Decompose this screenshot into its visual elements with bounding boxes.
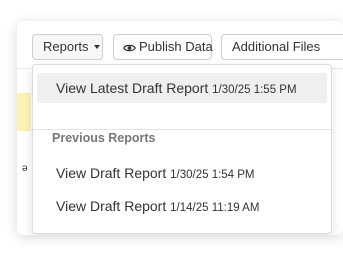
publish-data-button[interactable]: Publish Data	[113, 34, 213, 60]
menu-item-label: View Draft Report	[56, 165, 167, 181]
eye-icon	[123, 44, 136, 52]
menu-item-view-draft-report[interactable]: View Draft Report 1/30/25 1:54 PM	[37, 158, 327, 188]
menu-item-date: 1/14/25 11:19 AM	[170, 202, 260, 214]
publish-data-label: Publish Data	[139, 39, 213, 54]
caret-down-icon	[93, 45, 100, 49]
menu-item-view-latest-draft-report[interactable]: View Latest Draft Report 1/30/25 1:55 PM	[37, 73, 327, 103]
additional-files-label: Additional Files	[232, 39, 321, 54]
reports-dropdown-menu: View Latest Draft Report 1/30/25 1:55 PM…	[32, 64, 332, 234]
menu-item-date: 1/30/25 1:55 PM	[212, 84, 297, 96]
reports-label: Reports	[43, 39, 89, 54]
report-toolbar-panel: ə Reports Publish Data Additional Files …	[17, 21, 343, 235]
truncated-text: ə	[22, 163, 28, 174]
menu-item-date: 1/30/25 1:54 PM	[170, 169, 255, 181]
warning-strip	[17, 93, 31, 131]
additional-files-button[interactable]: Additional Files	[221, 34, 343, 60]
previous-reports-header: Previous Reports	[52, 131, 156, 145]
reports-dropdown-button[interactable]: Reports	[32, 34, 103, 60]
menu-item-label: View Draft Report	[56, 198, 167, 214]
menu-item-view-draft-report[interactable]: View Draft Report 1/14/25 11:19 AM	[37, 191, 327, 221]
menu-item-label: View Latest Draft Report	[56, 80, 209, 96]
menu-divider	[33, 129, 331, 130]
